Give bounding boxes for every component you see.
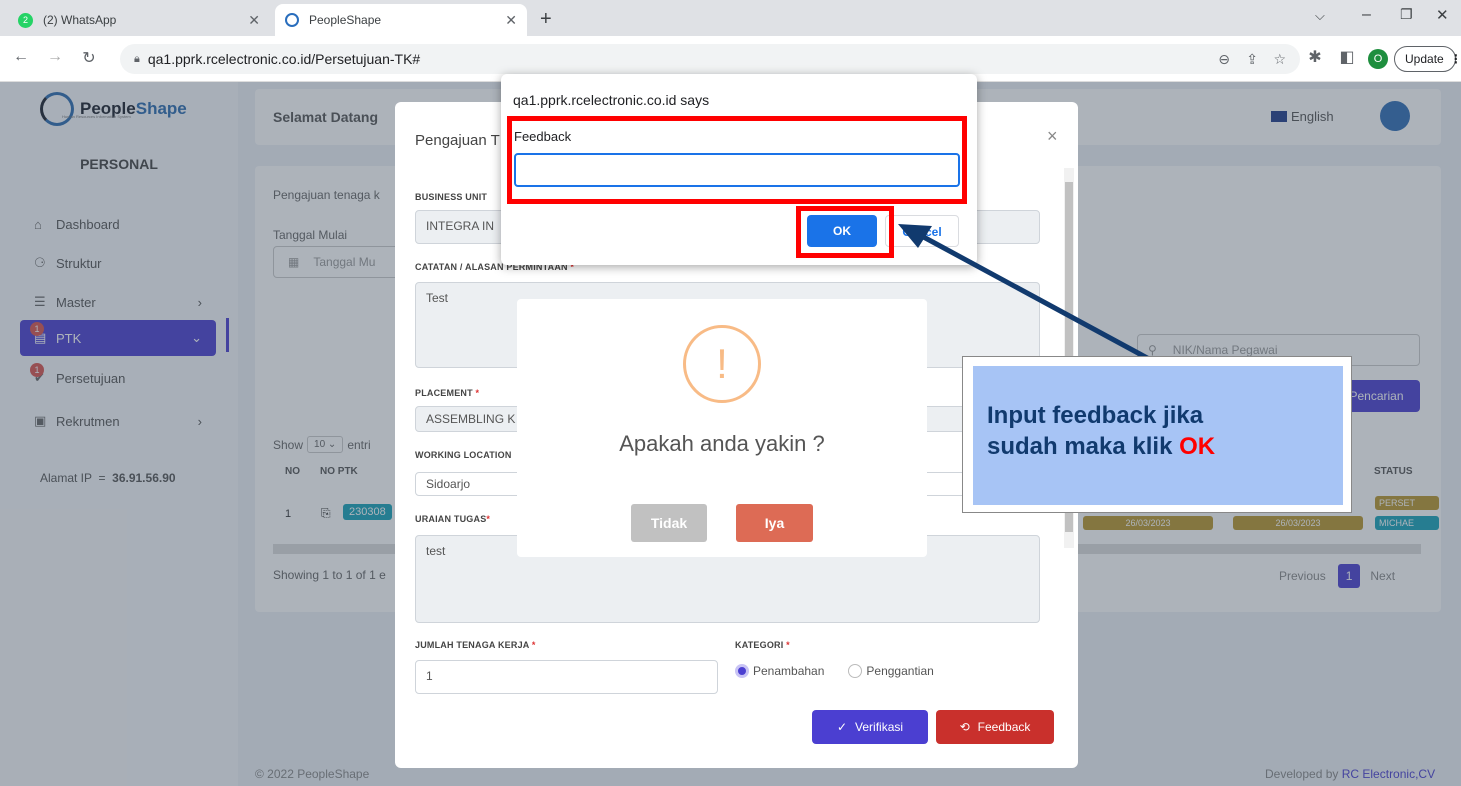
callout-line-2-text: sudah maka klik <box>987 433 1180 461</box>
callout-highlight: OK <box>1179 433 1216 461</box>
callout-line-2: sudah maka klik OK <box>987 431 1327 462</box>
callout-line-1: Input feedback jika <box>987 402 1204 429</box>
callout-body: Input feedback jika sudah maka klik OK <box>973 366 1343 505</box>
annotation-callout: Input feedback jika sudah maka klik OK <box>962 356 1352 513</box>
